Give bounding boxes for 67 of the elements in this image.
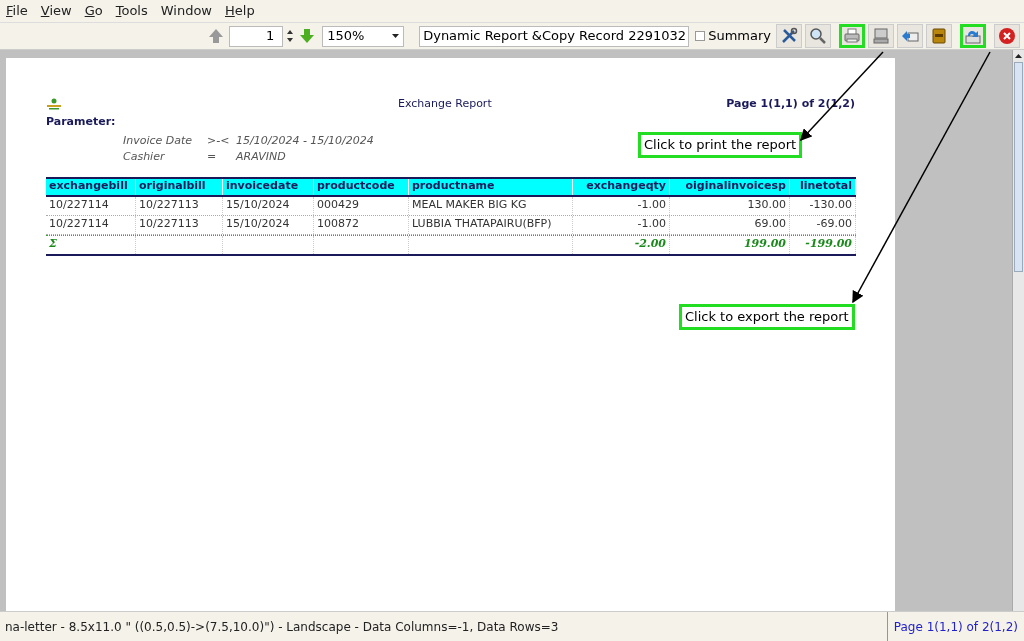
- parameter-value: ARAVIND: [236, 148, 286, 165]
- table-cell: 15/10/2024: [223, 196, 314, 215]
- table-cell: 69.00: [670, 215, 790, 234]
- parameter-heading: Parameter:: [46, 114, 116, 130]
- search-icon: [809, 27, 827, 45]
- print-callout: Click to print the report: [638, 132, 803, 158]
- column-header: productcode: [314, 178, 409, 195]
- table-cell: -130.00: [790, 196, 856, 215]
- menu-item[interactable]: Help: [225, 1, 255, 21]
- toolbar-button[interactable]: [897, 24, 923, 48]
- menu-item[interactable]: File: [6, 1, 28, 21]
- column-header: exchangeqty: [573, 178, 670, 195]
- toolbar-button[interactable]: [776, 24, 802, 48]
- summary-label: Summary: [708, 27, 771, 46]
- column-header: originalbill: [136, 178, 223, 195]
- summary-checkbox[interactable]: [695, 31, 706, 41]
- toolbar-button[interactable]: [994, 24, 1020, 48]
- status-page: Page 1(1,1) of 2(1,2): [886, 612, 1024, 641]
- table-cell: 199.00: [670, 235, 790, 254]
- table-cell: -2.00: [573, 235, 670, 254]
- toolbar-button[interactable]: [805, 24, 831, 48]
- zoom-dropdown[interactable]: 150%: [322, 25, 405, 47]
- column-header: linetotal: [790, 178, 856, 195]
- status-info: na-letter - 8.5x11.0 " ((0.5,0.5)->(7.5,10.0)") - Landscape - Data Columns=-1, Data Rows=3: [4, 618, 559, 636]
- parameter-value: 15/10/2024 - 15/10/2024: [236, 132, 374, 149]
- parameter-name: Invoice Date: [123, 132, 194, 149]
- column-header: productname: [409, 178, 573, 195]
- caret-icon: [392, 34, 400, 38]
- parameter-name: Cashier: [123, 148, 166, 165]
- table-cell: 130.00: [670, 196, 790, 215]
- scroll-up-icon[interactable]: [1015, 54, 1022, 58]
- table-cell: -1.00: [573, 196, 670, 215]
- report-dropdown[interactable]: Dynamic Report &Copy Record 2291032: [419, 25, 690, 47]
- toolbar-button[interactable]: [926, 24, 952, 48]
- toolbar-button[interactable]: [960, 24, 986, 48]
- column-header: exchangebill: [46, 178, 136, 195]
- column-header: invoicedate: [223, 178, 314, 195]
- close-icon: [998, 27, 1016, 45]
- logo-icon: [46, 98, 62, 110]
- menu-item[interactable]: View: [40, 1, 72, 21]
- table-cell: 10/227113: [136, 215, 223, 234]
- table-cell: 000429: [314, 196, 409, 215]
- table-cell: 15/10/2024: [223, 215, 314, 234]
- table-cell: -1.00: [573, 215, 670, 234]
- table-cell: MEAL MAKER BIG KG: [409, 196, 573, 215]
- archive-icon: [930, 27, 948, 45]
- table-cell: 10/227113: [136, 196, 223, 215]
- parameter-operator: =: [207, 148, 218, 165]
- parameter-operator: >-<: [207, 132, 231, 149]
- tools-icon: [780, 27, 798, 45]
- computer-icon: [872, 27, 890, 45]
- table-cell: 10/227114: [46, 215, 136, 234]
- report-title: Exchange Report: [398, 95, 492, 112]
- table-cell: -199.00: [790, 235, 856, 254]
- table-cell: 10/227114: [46, 196, 136, 215]
- printer-icon: [843, 27, 861, 45]
- table-cell: 100872: [314, 215, 409, 234]
- vertical-scrollbar[interactable]: [1012, 50, 1024, 611]
- table-cell: LUBBIA THATAPAIRU(BFP): [409, 215, 573, 234]
- menu-item[interactable]: Tools: [115, 1, 148, 21]
- export-callout: Click to export the report: [679, 304, 855, 330]
- menu-item[interactable]: Go: [84, 1, 103, 21]
- page-number-field[interactable]: 1: [229, 25, 284, 47]
- menu-item[interactable]: Window: [160, 1, 212, 21]
- table-cell: -69.00: [790, 215, 856, 234]
- column-header: oiginalinvoicesp: [670, 178, 790, 195]
- table-cell: Σ: [46, 235, 136, 254]
